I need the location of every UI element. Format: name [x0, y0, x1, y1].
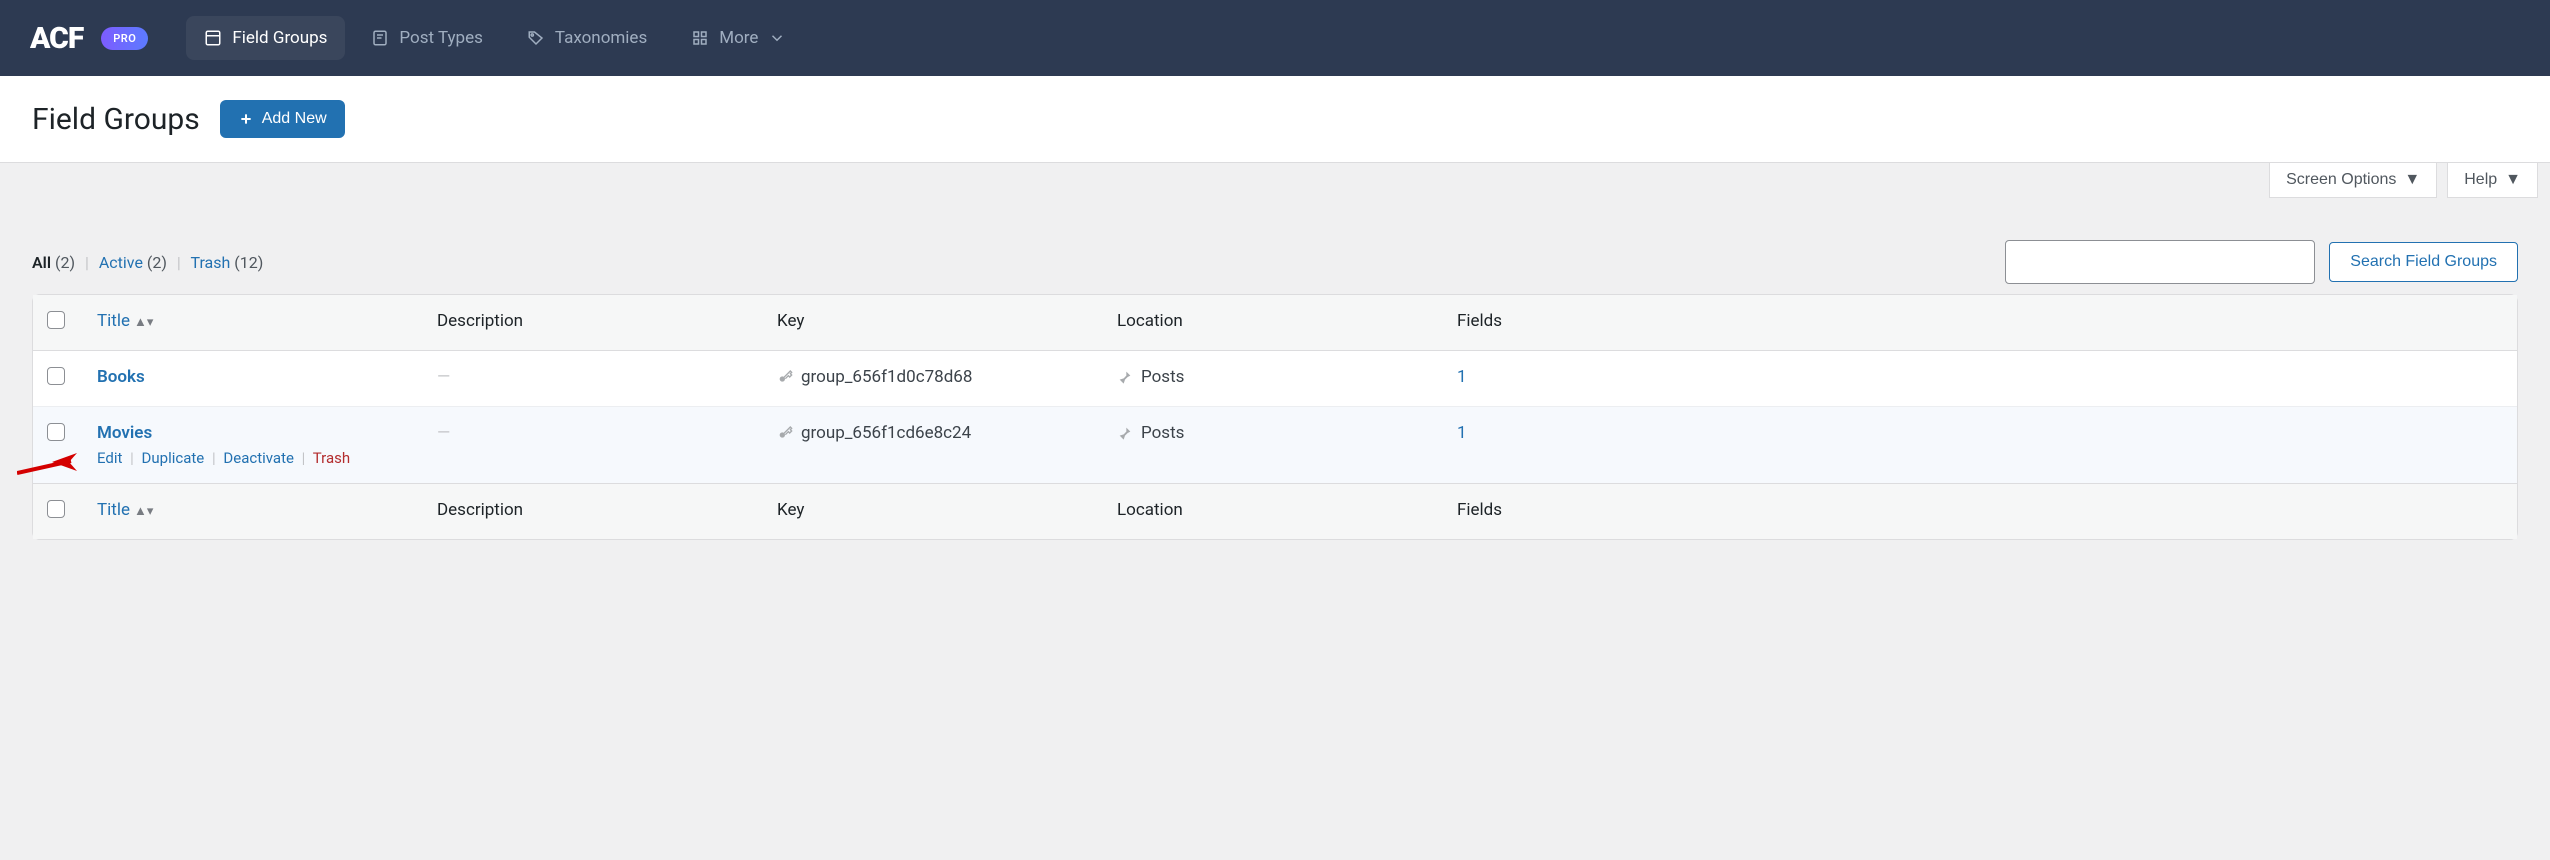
arrow-annotation	[17, 447, 77, 477]
row-checkbox-cell	[33, 351, 83, 407]
separator: |	[171, 253, 187, 272]
add-new-label: Add New	[262, 110, 327, 128]
table-row: Books — group_656f1d0c78d68 Posts 1	[33, 351, 2517, 407]
nav-taxonomies-label: Taxonomies	[555, 28, 647, 48]
row-location-value: Posts	[1141, 367, 1184, 387]
row-checkbox[interactable]	[47, 423, 65, 441]
select-all-checkbox[interactable]	[47, 311, 65, 329]
row-location-value: Posts	[1141, 423, 1184, 443]
key-icon	[777, 369, 793, 385]
caret-down-icon: ▼	[2505, 171, 2521, 189]
action-trash[interactable]: Trash	[313, 449, 350, 467]
row-checkbox[interactable]	[47, 367, 65, 385]
nav-more-label: More	[719, 28, 758, 48]
search-input[interactable]	[2005, 240, 2315, 284]
screen-options-label: Screen Options	[2286, 171, 2396, 189]
row-title-link[interactable]: Movies	[97, 423, 152, 443]
select-all-footer	[33, 483, 83, 539]
separator: |	[79, 253, 95, 272]
filter-trash-count: (12)	[234, 253, 263, 272]
row-actions: Edit | Duplicate | Deactivate | Trash	[97, 449, 409, 467]
col-description: Description	[423, 483, 763, 539]
brand-logo: ACF	[30, 21, 83, 56]
col-description: Description	[423, 295, 763, 351]
sort-icon: ▲▾	[134, 503, 153, 519]
row-description-cell: —	[423, 351, 763, 407]
plus-icon	[238, 111, 254, 127]
sort-icon: ▲▾	[134, 314, 153, 330]
select-all-header	[33, 295, 83, 351]
screen-options-row: Screen Options ▼ Help ▼	[0, 163, 2550, 198]
nav-taxonomies[interactable]: Taxonomies	[509, 16, 665, 60]
col-key: Key	[763, 295, 1103, 351]
row-fields-cell: 1	[1443, 351, 2517, 407]
filter-trash[interactable]: Trash	[190, 253, 230, 272]
row-location-cell: Posts	[1103, 407, 1443, 483]
filter-active-count: (2)	[147, 253, 167, 272]
row-checkbox-cell	[33, 407, 83, 483]
pin-icon	[1117, 369, 1133, 385]
pro-badge: PRO	[101, 27, 148, 50]
filter-active[interactable]: Active	[99, 253, 143, 272]
action-edit[interactable]: Edit	[97, 449, 122, 467]
row-fields-link[interactable]: 1	[1457, 423, 1467, 443]
table-header-row: Title▲▾ Description Key Location Fields	[33, 295, 2517, 351]
col-title[interactable]: Title▲▾	[83, 295, 423, 351]
action-deactivate[interactable]: Deactivate	[223, 449, 294, 467]
layout-icon	[204, 29, 222, 47]
screen-options-button[interactable]: Screen Options ▼	[2269, 163, 2437, 198]
help-label: Help	[2464, 171, 2497, 189]
separator: |	[298, 449, 310, 467]
col-fields: Fields	[1443, 295, 2517, 351]
nav-post-types[interactable]: Post Types	[353, 16, 500, 60]
top-nav: ACF PRO Field Groups Post Types Taxonomi…	[0, 0, 2550, 76]
row-location-cell: Posts	[1103, 351, 1443, 407]
col-location: Location	[1103, 483, 1443, 539]
nav-field-groups[interactable]: Field Groups	[186, 16, 345, 60]
table-wrap: Title▲▾ Description Key Location Fields …	[0, 294, 2550, 570]
row-fields-cell: 1	[1443, 407, 2517, 483]
table-row: Movies Edit | Duplicate | Deactivate | T…	[33, 407, 2517, 483]
tag-icon	[527, 29, 545, 47]
nav-more[interactable]: More	[673, 16, 804, 60]
chevron-down-icon	[768, 29, 786, 47]
nav-post-types-label: Post Types	[399, 28, 482, 48]
search-area: Search Field Groups	[2005, 240, 2518, 284]
separator: |	[126, 449, 138, 467]
action-duplicate[interactable]: Duplicate	[142, 449, 205, 467]
row-key-cell: group_656f1cd6e8c24	[763, 407, 1103, 483]
col-location: Location	[1103, 295, 1443, 351]
caret-down-icon: ▼	[2404, 171, 2420, 189]
row-key-value: group_656f1d0c78d68	[801, 367, 972, 387]
row-fields-link[interactable]: 1	[1457, 367, 1467, 387]
row-key-cell: group_656f1d0c78d68	[763, 351, 1103, 407]
row-title-cell: Books	[83, 351, 423, 407]
filter-all-count: (2)	[55, 253, 75, 272]
row-description-cell: —	[423, 407, 763, 483]
filter-row: All (2) | Active (2) | Trash (12) Search…	[0, 198, 2550, 294]
add-new-button[interactable]: Add New	[220, 100, 345, 138]
filter-tabs: All (2) | Active (2) | Trash (12)	[32, 253, 263, 272]
pin-icon	[1117, 425, 1133, 441]
search-button[interactable]: Search Field Groups	[2329, 242, 2518, 282]
filter-all[interactable]: All	[32, 253, 51, 272]
table-footer-row: Title▲▾ Description Key Location Fields	[33, 483, 2517, 539]
select-all-checkbox[interactable]	[47, 500, 65, 518]
row-title-link[interactable]: Books	[97, 367, 145, 387]
col-fields: Fields	[1443, 483, 2517, 539]
nav-field-groups-label: Field Groups	[232, 28, 327, 48]
col-title[interactable]: Title▲▾	[83, 483, 423, 539]
post-icon	[371, 29, 389, 47]
page-header: Field Groups Add New	[0, 76, 2550, 163]
separator: |	[208, 449, 220, 467]
field-groups-table: Title▲▾ Description Key Location Fields …	[32, 294, 2518, 540]
col-key: Key	[763, 483, 1103, 539]
nav-items: Field Groups Post Types Taxonomies More	[186, 16, 804, 60]
row-title-cell: Movies Edit | Duplicate | Deactivate | T…	[83, 407, 423, 483]
page-title: Field Groups	[32, 102, 200, 137]
help-button[interactable]: Help ▼	[2447, 163, 2538, 198]
row-key-value: group_656f1cd6e8c24	[801, 423, 971, 443]
grid-icon	[691, 29, 709, 47]
key-icon	[777, 425, 793, 441]
